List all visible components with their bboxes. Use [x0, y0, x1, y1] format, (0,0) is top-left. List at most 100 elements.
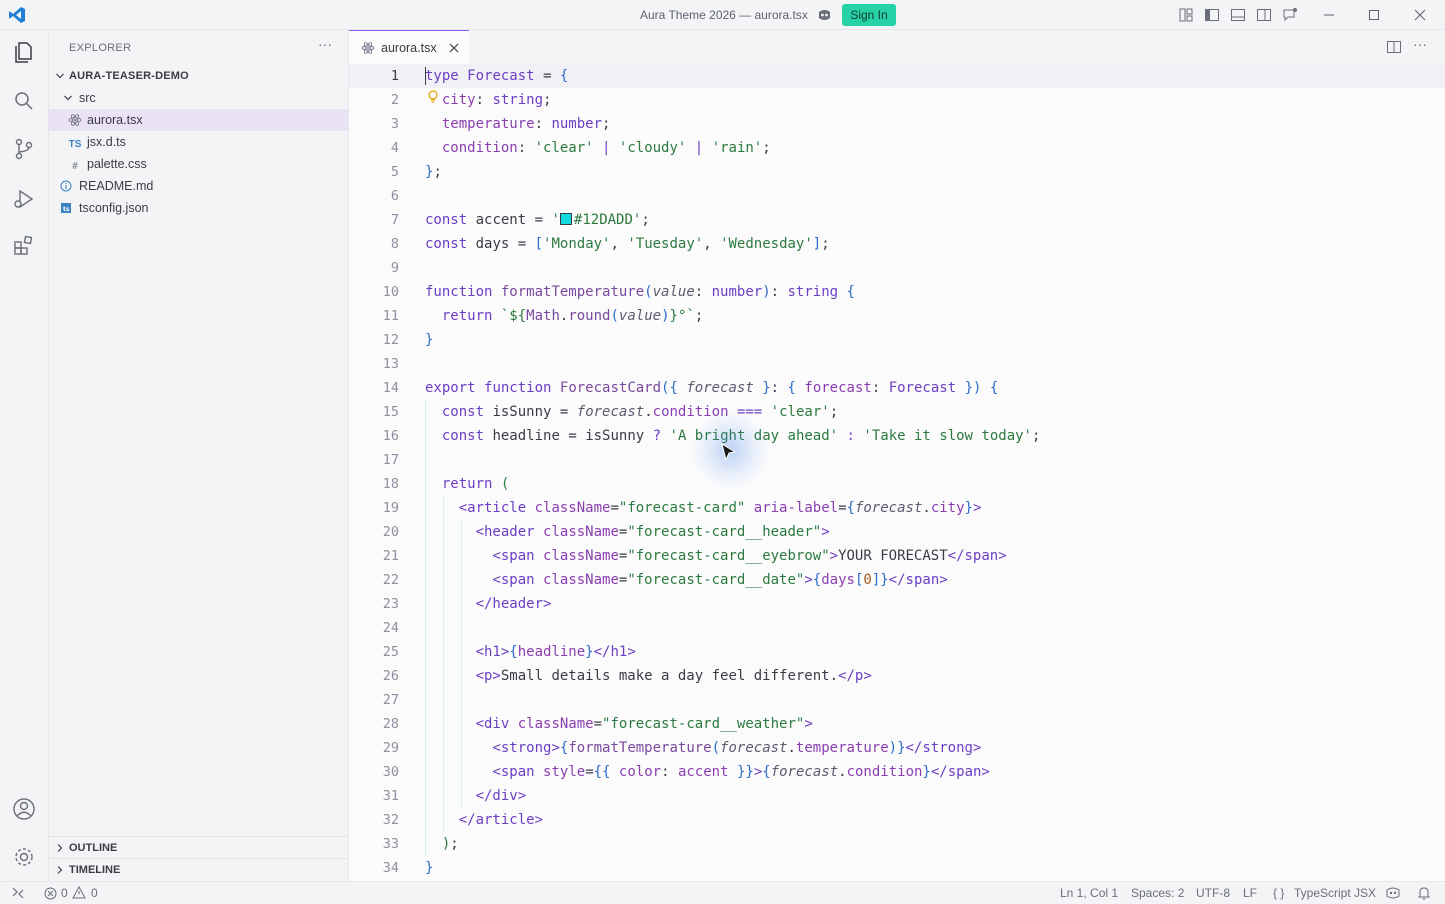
braces-icon[interactable]: { }: [1273, 886, 1284, 900]
error-count[interactable]: 0: [61, 886, 68, 900]
maximize-icon[interactable]: [1363, 4, 1385, 26]
cursor-position[interactable]: Ln 1, Col 1: [1060, 886, 1118, 900]
warning-icon[interactable]: [72, 886, 86, 899]
code-line[interactable]: 11 return `${Math.round(value)}°`;: [349, 304, 1445, 328]
code-line[interactable]: 17: [349, 448, 1445, 472]
file-row-readme[interactable]: README.md: [49, 175, 348, 197]
line-number: 18: [382, 476, 399, 492]
code-line[interactable]: 31 </div>: [349, 784, 1445, 808]
split-editor-icon[interactable]: [1386, 39, 1402, 55]
warning-count[interactable]: 0: [91, 886, 98, 900]
react-icon: [68, 114, 82, 126]
end-of-line[interactable]: LF: [1243, 886, 1257, 900]
code-line[interactable]: 14 export function ForecastCard({ forecas…: [349, 376, 1445, 400]
copilot-status-icon[interactable]: [1385, 885, 1401, 901]
code-line[interactable]: 8 const days = ['Monday', 'Tuesday', 'Wed…: [349, 232, 1445, 256]
code-line[interactable]: 34}: [349, 856, 1445, 880]
minimize-icon[interactable]: [1318, 4, 1340, 26]
customize-layout-icon[interactable]: [1178, 7, 1194, 23]
code-line[interactable]: 15 const isSunny = forecast.condition ==…: [349, 400, 1445, 424]
account-icon[interactable]: [10, 795, 38, 823]
line-number: 19: [382, 500, 399, 516]
error-icon[interactable]: [44, 887, 57, 900]
code-line[interactable]: 5};: [349, 160, 1445, 184]
sign-in-button[interactable]: Sign In: [842, 4, 896, 26]
line-number: 15: [382, 404, 399, 420]
remote-icon[interactable]: [10, 886, 26, 900]
settings-gear-icon[interactable]: [10, 843, 38, 871]
editor-more-actions[interactable]: ···: [1413, 36, 1427, 52]
code-line[interactable]: 29 <strong>{formatTemperature(forecast.t…: [349, 736, 1445, 760]
line-number: 22: [382, 572, 399, 588]
code-line[interactable]: 3 temperature: number;: [349, 112, 1445, 136]
timeline-section[interactable]: TIMELINE: [49, 858, 348, 880]
code-line[interactable]: 12}: [349, 328, 1445, 352]
code-line[interactable]: 10 function formatTemperature(value: numb…: [349, 280, 1445, 304]
code-line[interactable]: 1 type Forecast = {: [349, 64, 1445, 88]
toggle-primary-sidebar-icon[interactable]: [1204, 7, 1220, 23]
language-mode[interactable]: TypeScript JSX: [1294, 886, 1376, 900]
file-name: aurora.tsx: [87, 113, 143, 127]
vscode-window: Aura Theme 2026 — aurora.tsx Sign In EXP…: [0, 0, 1445, 904]
line-number: 9: [390, 260, 399, 276]
close-window-icon[interactable]: [1409, 4, 1431, 26]
code-line[interactable]: 23 </header>: [349, 592, 1445, 616]
status-bar: 0 0 Ln 1, Col 1 Spaces: 2 UTF-8 LF { } T…: [0, 881, 1445, 904]
file-row-aurora[interactable]: aurora.tsx: [49, 109, 348, 131]
line-number: 16: [382, 428, 399, 444]
tab-aurora-tsx[interactable]: aurora.tsx: [349, 30, 469, 64]
files-icon[interactable]: [10, 38, 38, 66]
code-line[interactable]: 4 condition: 'clear' | 'cloudy' | 'rain'…: [349, 136, 1445, 160]
code-line[interactable]: 27: [349, 688, 1445, 712]
bell-icon[interactable]: [1417, 885, 1431, 901]
source-control-icon[interactable]: [10, 135, 38, 163]
code-line[interactable]: 33 );: [349, 832, 1445, 856]
line-number: 2: [390, 92, 399, 108]
run-debug-icon[interactable]: [10, 185, 38, 213]
code-line[interactable]: 28 <div className="forecast-card__weathe…: [349, 712, 1445, 736]
code-editor[interactable]: 1 type Forecast = { 2 city: string; 3 tem…: [349, 64, 1445, 881]
code-line[interactable]: 7 const accent = ' #12DADD';: [349, 208, 1445, 232]
line-number: 31: [382, 788, 399, 804]
chevron-right-icon: [57, 866, 63, 874]
code-line[interactable]: 30 <span style={{ color: accent }}>{fore…: [349, 760, 1445, 784]
encoding[interactable]: UTF-8: [1196, 886, 1230, 900]
code-line[interactable]: 13: [349, 352, 1445, 376]
code-line[interactable]: 19 <article className="forecast-card" ar…: [349, 496, 1445, 520]
file-row-tsconfig[interactable]: ts tsconfig.json: [49, 197, 348, 219]
toggle-secondary-sidebar-icon[interactable]: [1256, 7, 1272, 23]
code-line[interactable]: 16 const headline = isSunny ? 'A bright …: [349, 424, 1445, 448]
code-line[interactable]: 20 <header className="forecast-card__hea…: [349, 520, 1445, 544]
code-line[interactable]: 18 return (: [349, 472, 1445, 496]
toggle-panel-icon[interactable]: [1230, 7, 1246, 23]
line-number: 1: [390, 68, 399, 84]
copilot-icon[interactable]: [816, 7, 833, 24]
code-line[interactable]: 21 <span className="forecast-card__eyebr…: [349, 544, 1445, 568]
outline-section[interactable]: OUTLINE: [49, 836, 348, 858]
explorer-header: EXPLORER: [69, 42, 132, 54]
file-row-jsx-d-ts[interactable]: TS jsx.d.ts: [49, 131, 348, 153]
color-swatch[interactable]: [559, 213, 572, 225]
code-line[interactable]: 26 <p>Small details make a day feel diff…: [349, 664, 1445, 688]
search-icon[interactable]: [10, 87, 38, 115]
folder-row-src[interactable]: src: [49, 87, 348, 109]
code-line[interactable]: 9: [349, 256, 1445, 280]
chat-icon[interactable]: [1282, 7, 1298, 23]
code-line[interactable]: 32 </article>: [349, 808, 1445, 832]
svg-text:ts: ts: [63, 206, 70, 213]
code-line[interactable]: 25 <h1>{headline}</h1>: [349, 640, 1445, 664]
code-line[interactable]: 6: [349, 184, 1445, 208]
code-line[interactable]: 22 <span className="forecast-card__date"…: [349, 568, 1445, 592]
extensions-icon[interactable]: [10, 232, 38, 260]
indentation[interactable]: Spaces: 2: [1131, 886, 1184, 900]
file-row-palette-css[interactable]: # palette.css: [49, 153, 348, 175]
project-folder-row[interactable]: AURA-TEASER-DEMO: [49, 65, 348, 87]
lightbulb-icon[interactable]: [427, 90, 439, 104]
close-icon[interactable]: [447, 41, 461, 55]
project-name: AURA-TEASER-DEMO: [69, 70, 189, 82]
code-line[interactable]: 2 city: string;: [349, 88, 1445, 112]
explorer-more-actions[interactable]: ···: [318, 36, 332, 52]
activity-bar: [0, 30, 49, 881]
code-line[interactable]: 24: [349, 616, 1445, 640]
line-number: 13: [382, 356, 399, 372]
